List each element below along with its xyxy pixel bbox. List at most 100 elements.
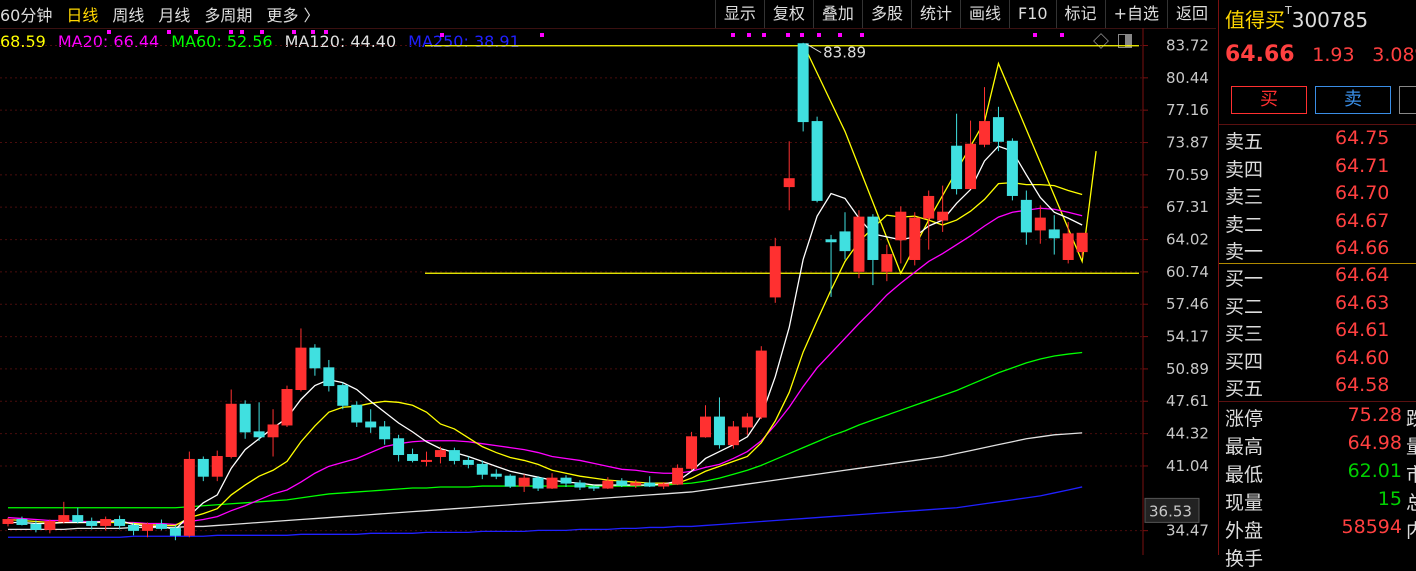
stat-tail: 市 [1405, 464, 1416, 486]
stat-value: 75.28 [1347, 404, 1402, 426]
candle-down [1020, 199, 1032, 233]
candle-down [351, 404, 363, 423]
candle-up [434, 450, 446, 457]
bid-price: 64.61 [1335, 319, 1390, 341]
candle-up [518, 477, 530, 487]
ask-label: 卖二 [1225, 213, 1264, 236]
candle-down [16, 519, 28, 525]
tool-button[interactable]: 多股 [861, 0, 911, 28]
candle-up [142, 523, 153, 531]
period-tabs: 60分钟 日线 周线 月线 多周期 更多 〉 [0, 0, 334, 28]
bid-row[interactable]: 买一 64.64 [1225, 264, 1415, 290]
stat-value: 62.01 [1347, 460, 1402, 482]
ask-row[interactable]: 卖一 64.66 [1225, 237, 1415, 263]
candle-down [574, 482, 586, 488]
candle-down [462, 459, 474, 465]
candle-down [155, 523, 167, 529]
signal-dot [1060, 33, 1064, 37]
candle-up [853, 216, 865, 272]
tool-button[interactable]: 叠加 [812, 0, 862, 28]
bid-label: 买四 [1225, 350, 1264, 373]
bid-row[interactable]: 买四 64.60 [1225, 347, 1415, 373]
tool-button[interactable]: F10 [1008, 0, 1056, 28]
t-badge: T [1285, 4, 1292, 17]
ask-row[interactable]: 卖五 64.75 [1225, 127, 1415, 153]
stat-tail: 跌 [1405, 408, 1416, 430]
tool-button[interactable]: 标记 [1055, 0, 1105, 28]
bid-price: 64.60 [1335, 346, 1390, 369]
candle-down [713, 416, 725, 446]
signal-dot [1033, 33, 1037, 37]
candle-up [686, 436, 698, 469]
bid-row[interactable]: 买五 64.58 [1225, 374, 1415, 400]
tool-button[interactable]: 返回 [1166, 0, 1216, 28]
candle-down [239, 403, 251, 433]
candle-down [309, 347, 321, 369]
candle-down [588, 486, 600, 489]
candle-up [895, 211, 907, 241]
ask-price: 64.70 [1335, 182, 1390, 204]
tool-button[interactable]: 复权 [763, 0, 813, 28]
period-tab[interactable]: 月线 [158, 2, 190, 26]
y-tick-label: 41.04 [1166, 457, 1209, 475]
signal-dot [440, 33, 444, 37]
bid-label: 买五 [1225, 378, 1264, 400]
candle-down [379, 426, 391, 440]
tool-button[interactable]: +自选 [1104, 0, 1167, 28]
stat-row: 换手 [1225, 544, 1416, 571]
candle-up [1062, 233, 1074, 260]
candle-up [965, 143, 977, 190]
tool-button[interactable]: 显示 [714, 0, 764, 28]
bid-row[interactable]: 买二 64.63 [1225, 292, 1415, 318]
candle-down [839, 231, 851, 252]
stat-label: 换手 [1225, 548, 1264, 570]
bid-price: 64.64 [1335, 264, 1390, 286]
price-change-pct: 3.08% [1372, 44, 1416, 66]
y-tick-label: 77.16 [1166, 101, 1209, 119]
signal-dot [240, 30, 244, 34]
ma120-line [8, 432, 1083, 531]
stat-label: 现量 [1225, 492, 1264, 514]
tool-menu: 显示 复权 叠加 多股 统计 画线 F10 标记 +自选 返回 [714, 0, 1216, 28]
candle-up [727, 426, 739, 446]
stat-tail: 总 [1405, 492, 1416, 514]
candle-up [979, 121, 990, 145]
candle-up [267, 424, 279, 438]
period-tab[interactable]: 周线 [112, 2, 144, 26]
y-tick-label: 44.32 [1166, 425, 1209, 443]
candle-down [253, 431, 265, 438]
ask-row[interactable]: 卖四 64.71 [1225, 155, 1415, 181]
candle-down [323, 367, 335, 387]
y-tick-label: 83.72 [1166, 37, 1209, 55]
stat-row: 现量 15 总 [1225, 488, 1416, 515]
sell-button[interactable]: 卖 [1315, 86, 1391, 114]
bid-price: 64.63 [1335, 291, 1390, 314]
candle-down [407, 454, 419, 461]
candlestick-chart[interactable]: 83.72 80.44 77.16 73.87 70.59 67.31 64.02 60.74… [0, 28, 1216, 555]
period-tab[interactable]: 60分钟 [0, 2, 52, 26]
tool-button[interactable]: 画线 [959, 0, 1009, 28]
bid-row[interactable]: 买三 64.61 [1225, 319, 1415, 345]
period-tab[interactable]: 日线 [66, 2, 98, 26]
ask-price: 64.71 [1335, 154, 1390, 177]
more-trade-button[interactable] [1399, 86, 1416, 114]
candle-down [951, 145, 963, 190]
last-price: 64.66 [1225, 42, 1295, 67]
ask-row[interactable]: 卖三 64.70 [1225, 182, 1415, 208]
candle-up [658, 483, 670, 487]
candle-down [72, 515, 84, 523]
candle-up [937, 211, 949, 221]
candle-up [1076, 232, 1088, 253]
high-annotation: 83.89 [823, 44, 866, 62]
y-tick-label: 50.89 [1166, 360, 1209, 378]
candle-up [672, 467, 684, 485]
period-tab[interactable]: 更多 〉 [266, 2, 319, 26]
signal-dot [731, 33, 735, 37]
ask-row[interactable]: 卖二 64.67 [1225, 210, 1415, 236]
candle-down [114, 519, 126, 526]
buy-button[interactable]: 买 [1231, 86, 1307, 114]
top-toolbar: 60分钟 日线 周线 月线 多周期 更多 〉 显示 复权 叠加 多股 统计 画线 F10 标记 +自选 返回 [0, 0, 1216, 29]
tool-button[interactable]: 统计 [910, 0, 960, 28]
period-tab[interactable]: 多周期 [204, 2, 252, 26]
candle-down [504, 475, 516, 487]
